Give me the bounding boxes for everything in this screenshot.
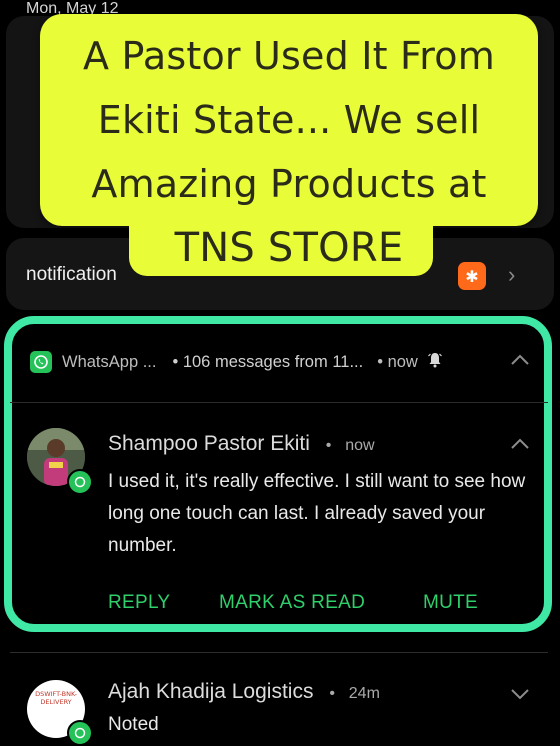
sender-name: Ajah Khadija Logistics (108, 680, 314, 703)
banner-line: Ekiti State... We sell (97, 98, 481, 142)
message-time: now (345, 437, 375, 454)
message-collapse-icon[interactable] (510, 434, 530, 457)
message-body: Noted (108, 714, 159, 735)
whatsapp-icon (30, 351, 52, 373)
promo-banner-text: A Pastor Used It From Ekiti State... We … (40, 24, 538, 280)
message-sender: Ajah Khadija Logistics • 24m (108, 680, 380, 704)
mute-button[interactable]: MUTE (423, 592, 478, 614)
sender-name: Shampoo Pastor Ekiti (108, 432, 310, 455)
avatar-logo-text: DSWIFT-BNK- DELIVERY (35, 690, 77, 706)
message-sender: Shampoo Pastor Ekiti • now (108, 432, 375, 456)
header-time: • now (377, 352, 418, 371)
message-time: 24m (348, 685, 380, 702)
message-summary: • 106 messages from 11... (172, 352, 364, 371)
banner-line: Amazing Products at (91, 162, 487, 206)
message-body: I used it, it's really effective. I stil… (108, 471, 526, 556)
banner-line: TNS STORE (174, 225, 404, 271)
divider (10, 402, 548, 403)
bell-icon (427, 352, 442, 373)
app-name: WhatsApp ... (62, 352, 157, 371)
expand-chevron-icon[interactable] (510, 684, 530, 707)
separator: • (325, 437, 332, 454)
divider (10, 652, 548, 653)
whatsapp-badge-icon (67, 469, 93, 495)
whatsapp-badge-icon (67, 720, 93, 746)
collapse-chevron-icon[interactable] (510, 350, 530, 373)
separator: • (329, 685, 335, 702)
reply-button[interactable]: REPLY (108, 592, 170, 614)
mark-as-read-button[interactable]: MARK AS READ (219, 592, 365, 614)
whatsapp-header: WhatsApp ... • 106 messages from 11... •… (30, 348, 540, 376)
banner-line: A Pastor Used It From (83, 34, 495, 78)
